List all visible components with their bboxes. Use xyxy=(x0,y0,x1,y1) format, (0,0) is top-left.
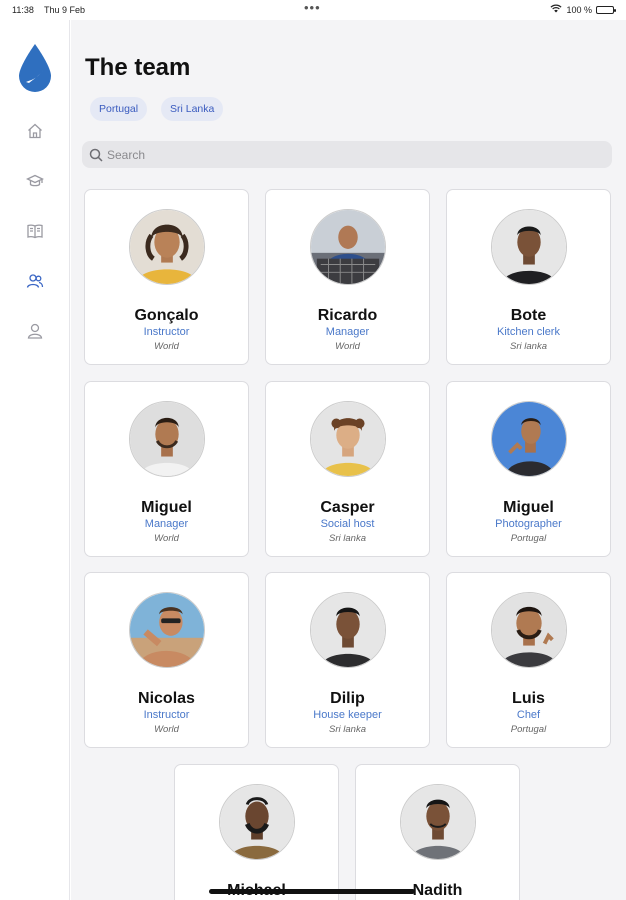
profile-icon xyxy=(27,323,43,339)
sidebar-item-library[interactable] xyxy=(22,218,48,244)
search-bar[interactable] xyxy=(82,141,612,168)
member-location: Sri lanka xyxy=(329,533,366,544)
search-icon xyxy=(89,148,103,162)
sidebar-item-home[interactable] xyxy=(22,118,48,144)
avatar xyxy=(129,401,205,477)
team-card-nadith[interactable]: Nadith xyxy=(355,764,520,900)
avatar xyxy=(310,592,386,668)
member-role: Social host xyxy=(320,518,375,530)
sidebar xyxy=(0,20,70,900)
filter-chip-sri-lanka[interactable]: Sri Lanka xyxy=(161,97,224,121)
avatar xyxy=(491,209,567,285)
search-input[interactable] xyxy=(107,147,587,162)
avatar xyxy=(310,209,386,285)
member-name: Dilip xyxy=(330,690,365,707)
member-name: Miguel xyxy=(503,499,554,516)
member-role: Instructor xyxy=(143,326,190,338)
member-role: Instructor xyxy=(143,709,190,721)
team-card-goncalo[interactable]: Gonçalo Instructor World xyxy=(84,189,249,365)
team-card-bote[interactable]: Bote Kitchen clerk Sri lanka xyxy=(446,189,611,365)
status-time: 11:38 xyxy=(12,5,34,15)
member-location: World xyxy=(154,341,179,352)
member-role: Photographer xyxy=(495,518,562,530)
team-card-luis[interactable]: Luis Chef Portugal xyxy=(446,572,611,748)
team-card-nicolas[interactable]: Nicolas Instructor World xyxy=(84,572,249,748)
member-location: World xyxy=(154,533,179,544)
avatar xyxy=(129,209,205,285)
member-location: World xyxy=(154,724,179,735)
page-title: The team xyxy=(85,54,191,81)
team-card-dilip[interactable]: Dilip House keeper Sri lanka xyxy=(265,572,430,748)
filter-chip-portugal[interactable]: Portugal xyxy=(90,97,148,121)
member-location: Sri lanka xyxy=(329,724,366,735)
member-name: Luis xyxy=(512,690,545,707)
status-date: Thu 9 Feb xyxy=(44,5,86,15)
team-card-michael[interactable]: Michael xyxy=(174,764,339,900)
sidebar-item-courses[interactable] xyxy=(22,168,48,194)
battery-icon xyxy=(596,5,616,14)
home-indicator[interactable] xyxy=(209,889,415,894)
avatar xyxy=(491,401,567,477)
team-card-miguel-manager[interactable]: Miguel Manager World xyxy=(84,381,249,557)
battery-text: 100 % xyxy=(566,4,592,15)
avatar xyxy=(400,784,476,860)
member-location: Portugal xyxy=(510,533,547,544)
team-card-miguel-photographer[interactable]: Miguel Photographer Portugal xyxy=(446,381,611,557)
member-location: World xyxy=(335,341,360,352)
team-icon xyxy=(26,274,44,288)
avatar xyxy=(219,784,295,860)
home-icon xyxy=(28,123,42,139)
member-location: Portugal xyxy=(510,724,547,735)
member-name: Ricardo xyxy=(317,307,378,324)
member-role: Manager xyxy=(144,518,189,530)
water-drop-logo[interactable] xyxy=(15,42,55,94)
main-content: The team Portugal Sri Lanka Gonçalo Inst… xyxy=(71,20,626,900)
avatar xyxy=(491,592,567,668)
member-role: Kitchen clerk xyxy=(497,326,560,338)
status-bar: 11:38 Thu 9 Feb ••• 100 % xyxy=(0,0,626,20)
member-name: Nicolas xyxy=(138,690,195,707)
status-right: 100 % xyxy=(550,4,616,15)
wifi-icon xyxy=(550,4,562,15)
multitask-dots[interactable]: ••• xyxy=(304,0,321,15)
member-name: Miguel xyxy=(141,499,192,516)
sidebar-item-team[interactable] xyxy=(22,268,48,294)
graduation-cap-icon xyxy=(26,174,44,187)
member-name: Gonçalo xyxy=(134,307,199,324)
avatar xyxy=(129,592,205,668)
member-role: Chef xyxy=(516,709,541,721)
team-card-casper[interactable]: Casper Social host Sri lanka xyxy=(265,381,430,557)
member-location: Sri lanka xyxy=(510,341,547,352)
sidebar-item-profile[interactable] xyxy=(22,318,48,344)
member-role: House keeper xyxy=(313,709,382,721)
member-name: Casper xyxy=(320,499,375,516)
team-card-ricardo[interactable]: Ricardo Manager World xyxy=(265,189,430,365)
book-icon xyxy=(27,224,43,239)
member-role: Manager xyxy=(325,326,370,338)
avatar xyxy=(310,401,386,477)
member-name: Bote xyxy=(510,307,547,324)
